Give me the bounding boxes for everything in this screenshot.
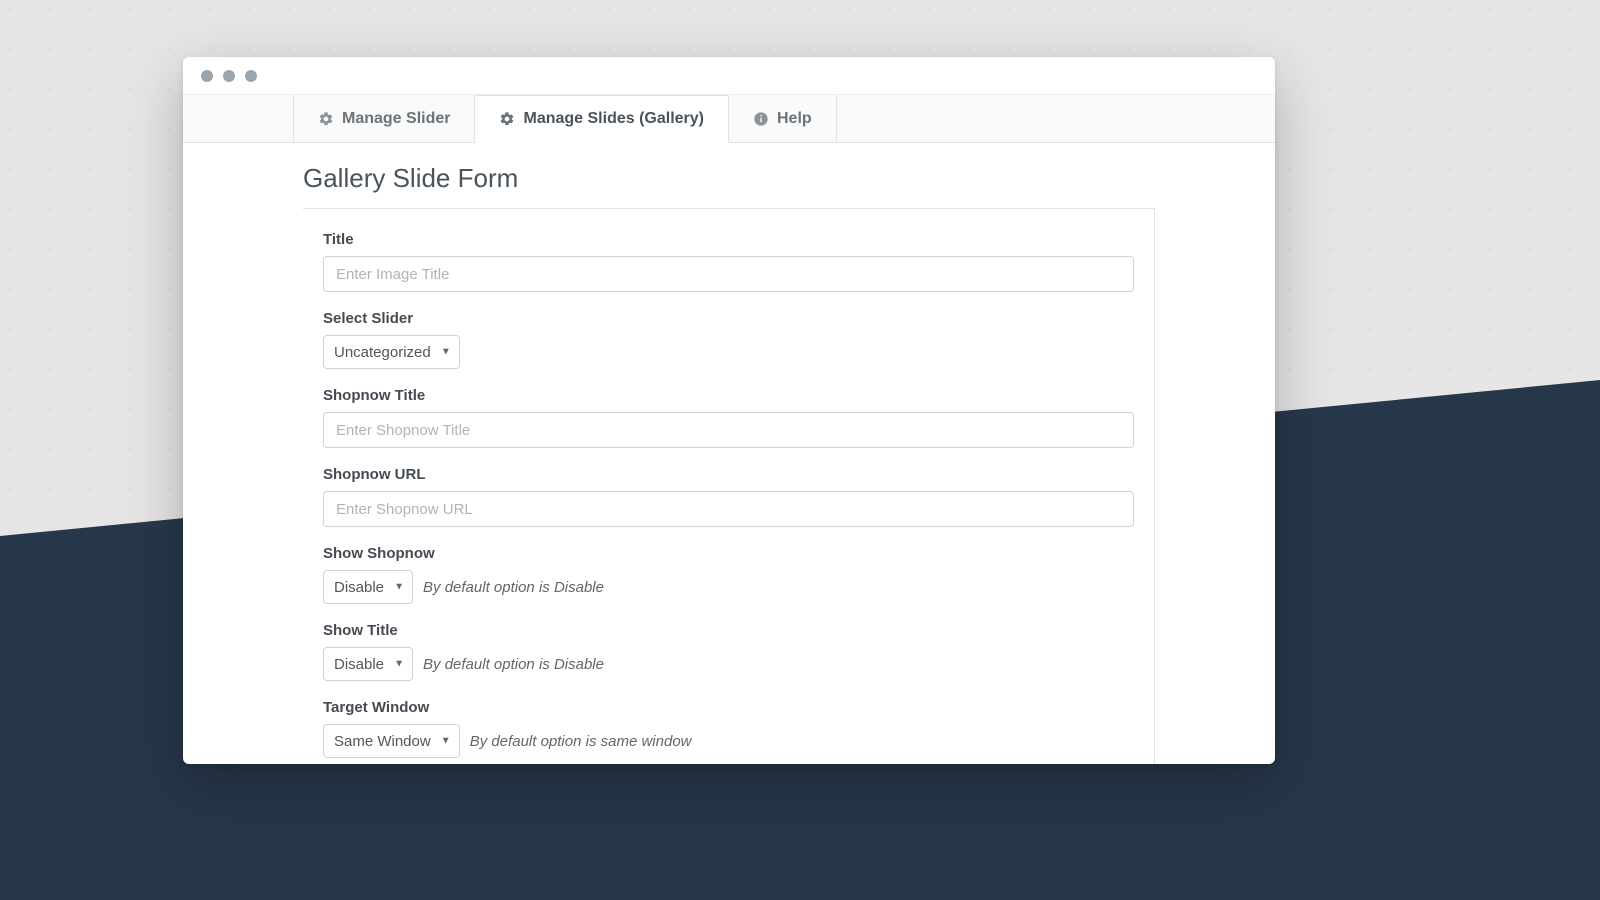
target-window-label: Target Window (323, 699, 1134, 716)
chevron-down-icon: ▼ (394, 659, 404, 670)
info-icon (753, 111, 769, 127)
select-slider-label: Select Slider (323, 310, 1134, 327)
gear-icon (499, 111, 515, 127)
select-slider-dropdown[interactable]: Uncategorized ▼ (323, 335, 460, 369)
target-window-value: Same Window (334, 733, 431, 750)
tab-label: Manage Slider (342, 110, 450, 128)
tab-manage-slider[interactable]: Manage Slider (293, 95, 475, 142)
tabs-row: Manage Slider Manage Slides (Gallery) He… (183, 95, 1275, 143)
window-minimize-dot[interactable] (223, 70, 235, 82)
tab-label: Manage Slides (Gallery) (523, 110, 704, 128)
shopnow-url-label: Shopnow URL (323, 466, 1134, 483)
show-shopnow-value: Disable (334, 579, 384, 596)
show-title-hint: By default option is Disable (423, 656, 604, 673)
show-shopnow-dropdown[interactable]: Disable ▼ (323, 570, 413, 604)
tab-label: Help (777, 110, 812, 128)
shopnow-url-input[interactable] (323, 491, 1134, 527)
window-titlebar (183, 57, 1275, 95)
chevron-down-icon: ▼ (441, 736, 451, 747)
show-title-dropdown[interactable]: Disable ▼ (323, 647, 413, 681)
select-slider-value: Uncategorized (334, 344, 431, 361)
shopnow-title-label: Shopnow Title (323, 387, 1134, 404)
target-window-hint: By default option is same window (470, 733, 692, 750)
chevron-down-icon: ▼ (394, 582, 404, 593)
shopnow-title-input[interactable] (323, 412, 1134, 448)
tab-manage-slides-gallery[interactable]: Manage Slides (Gallery) (475, 95, 729, 143)
chevron-down-icon: ▼ (441, 347, 451, 358)
title-input[interactable] (323, 256, 1134, 292)
page-title: Gallery Slide Form (303, 163, 1155, 194)
show-title-value: Disable (334, 656, 384, 673)
gear-icon (318, 111, 334, 127)
window-maximize-dot[interactable] (245, 70, 257, 82)
show-title-label: Show Title (323, 622, 1134, 639)
window-close-dot[interactable] (201, 70, 213, 82)
title-label: Title (323, 231, 1134, 248)
target-window-dropdown[interactable]: Same Window ▼ (323, 724, 460, 758)
content-area: Gallery Slide Form Title Select Slider U… (183, 143, 1275, 764)
show-shopnow-label: Show Shopnow (323, 545, 1134, 562)
tab-help[interactable]: Help (729, 95, 837, 142)
show-shopnow-hint: By default option is Disable (423, 579, 604, 596)
gallery-slide-form: Title Select Slider Uncategorized ▼ Shop… (303, 208, 1155, 764)
app-window: Manage Slider Manage Slides (Gallery) He… (183, 57, 1275, 764)
